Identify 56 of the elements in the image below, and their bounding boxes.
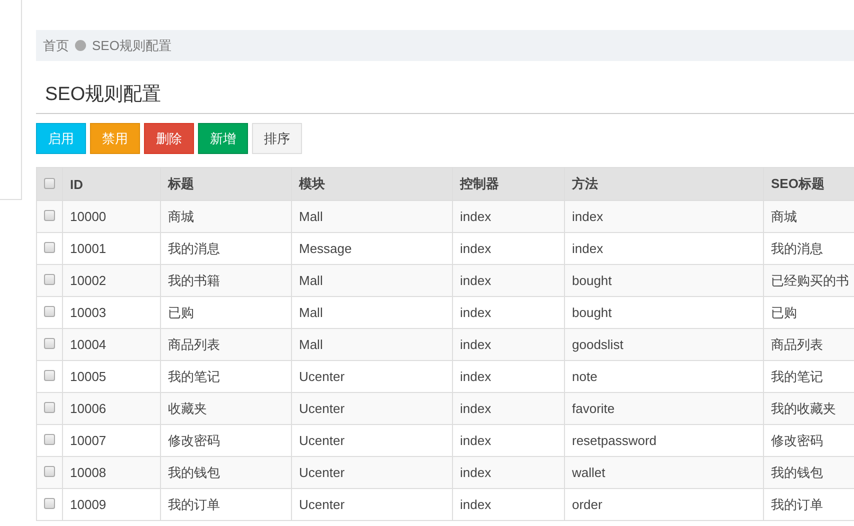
checkbox[interactable] xyxy=(44,466,55,477)
table-cell: 10002 xyxy=(62,264,160,296)
column-header: 方法 xyxy=(564,168,764,200)
toolbar-button[interactable]: 新增 xyxy=(198,123,248,154)
breadcrumb-item: SEO规则配置 xyxy=(92,36,172,54)
table-cell: index xyxy=(452,456,564,488)
table-cell: Mall xyxy=(292,200,452,232)
table-cell: Ucenter xyxy=(292,456,452,488)
table-cell: Mall xyxy=(292,328,452,360)
table-cell: goodslist xyxy=(564,328,764,360)
checkbox[interactable] xyxy=(44,434,55,445)
checkbox[interactable] xyxy=(44,306,55,317)
table-cell: 10004 xyxy=(62,328,160,360)
checkbox[interactable] xyxy=(44,498,55,509)
table-cell: 我的书籍 xyxy=(160,264,292,296)
checkbox[interactable] xyxy=(44,210,55,221)
table-cell: 10009 xyxy=(62,488,160,520)
table-cell: 我的订单 xyxy=(160,488,292,520)
table-cell: 10006 xyxy=(62,392,160,424)
checkbox[interactable] xyxy=(44,178,55,188)
column-header: 标题 xyxy=(160,168,292,200)
table-cell: Ucenter xyxy=(292,488,452,520)
table-cell: Mall xyxy=(292,264,452,296)
table-cell: index xyxy=(564,200,764,232)
table-cell: wallet xyxy=(564,456,764,488)
checkbox[interactable] xyxy=(44,242,55,253)
table-cell: 10008 xyxy=(62,456,160,488)
toolbar-button[interactable]: 删除 xyxy=(144,123,194,154)
table-cell: 商城 xyxy=(160,200,292,232)
column-header: ID xyxy=(62,168,160,200)
column-header: 控制器 xyxy=(452,168,564,200)
table-cell: 我的钱包 xyxy=(160,456,292,488)
table-cell: 10000 xyxy=(62,200,160,232)
dot-icon xyxy=(75,40,86,51)
checkbox[interactable] xyxy=(44,274,55,285)
breadcrumb-item[interactable]: 首页 xyxy=(43,36,69,54)
toolbar-button[interactable]: 禁用 xyxy=(90,123,140,154)
table-cell: index xyxy=(452,200,564,232)
table-cell: index xyxy=(452,488,564,520)
page-title: SEO规则配置 xyxy=(36,61,854,114)
column-header: SEO标题 xyxy=(764,168,854,200)
checkbox[interactable] xyxy=(44,338,55,349)
table-cell: 商品列表 xyxy=(160,328,292,360)
table-cell: index xyxy=(452,392,564,424)
table-cell: favorite xyxy=(564,392,764,424)
table-cell: order xyxy=(564,488,764,520)
table-cell: 收藏夹 xyxy=(160,392,292,424)
table-cell: bought xyxy=(564,264,764,296)
toolbar-button[interactable]: 启用 xyxy=(36,123,86,154)
column-header: 模块 xyxy=(292,168,452,200)
toolbar-button[interactable]: 排序 xyxy=(252,123,302,154)
table-cell: Ucenter xyxy=(292,392,452,424)
table-cell: index xyxy=(452,328,564,360)
table-cell: index xyxy=(452,264,564,296)
checkbox[interactable] xyxy=(44,370,55,381)
checkbox[interactable] xyxy=(44,402,55,413)
